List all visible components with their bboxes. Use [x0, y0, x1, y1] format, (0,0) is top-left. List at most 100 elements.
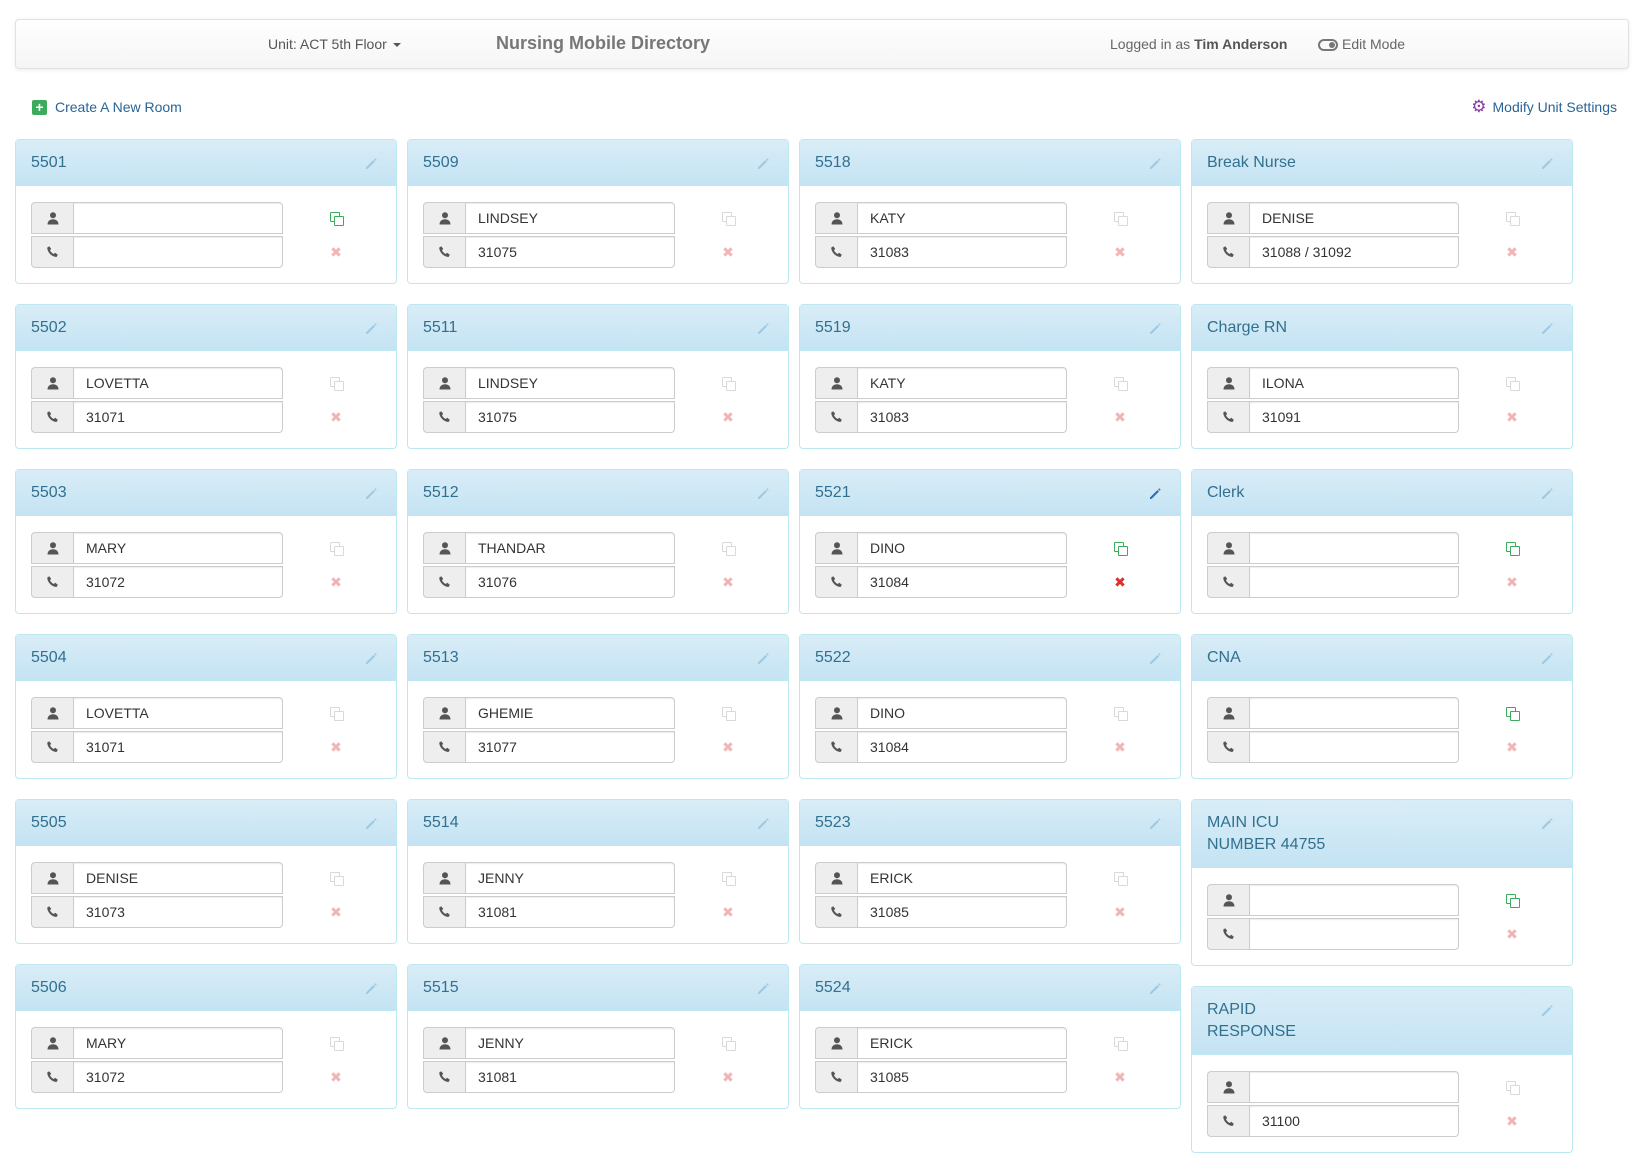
- nurse-name-field[interactable]: LINDSEY: [465, 367, 675, 399]
- phone-number-field[interactable]: 31076: [465, 566, 675, 598]
- nurse-name-field[interactable]: [1249, 884, 1459, 916]
- copy-icon[interactable]: [720, 870, 736, 886]
- phone-number-field[interactable]: 31072: [73, 566, 283, 598]
- pencil-icon[interactable]: [756, 321, 770, 335]
- nurse-name-field[interactable]: DINO: [857, 532, 1067, 564]
- pencil-icon[interactable]: [756, 156, 770, 170]
- phone-number-field[interactable]: 31083: [857, 236, 1067, 268]
- copy-icon[interactable]: [328, 210, 344, 226]
- remove-icon[interactable]: ✖: [720, 1069, 736, 1085]
- phone-number-field[interactable]: [1249, 731, 1459, 763]
- nurse-name-field[interactable]: ILONA: [1249, 367, 1459, 399]
- copy-icon[interactable]: [1504, 1079, 1520, 1095]
- create-room-link[interactable]: + Create A New Room: [32, 99, 182, 115]
- pencil-icon[interactable]: [1148, 321, 1162, 335]
- copy-icon[interactable]: [1112, 375, 1128, 391]
- copy-icon[interactable]: [1112, 705, 1128, 721]
- phone-number-field[interactable]: 31075: [465, 401, 675, 433]
- nurse-name-field[interactable]: JENNY: [465, 1027, 675, 1059]
- pencil-icon[interactable]: [1540, 816, 1554, 830]
- remove-icon[interactable]: ✖: [720, 904, 736, 920]
- remove-icon[interactable]: ✖: [1504, 574, 1520, 590]
- phone-number-field[interactable]: 31084: [857, 731, 1067, 763]
- phone-number-field[interactable]: [1249, 918, 1459, 950]
- copy-icon[interactable]: [1504, 540, 1520, 556]
- pencil-icon[interactable]: [364, 486, 378, 500]
- copy-icon[interactable]: [720, 375, 736, 391]
- copy-icon[interactable]: [328, 870, 344, 886]
- pencil-icon[interactable]: [364, 816, 378, 830]
- copy-icon[interactable]: [720, 540, 736, 556]
- nurse-name-field[interactable]: KATY: [857, 367, 1067, 399]
- copy-icon[interactable]: [720, 210, 736, 226]
- pencil-icon[interactable]: [364, 156, 378, 170]
- phone-number-field[interactable]: 31081: [465, 1061, 675, 1093]
- phone-number-field[interactable]: 31077: [465, 731, 675, 763]
- phone-number-field[interactable]: 31081: [465, 896, 675, 928]
- copy-icon[interactable]: [328, 375, 344, 391]
- nurse-name-field[interactable]: LOVETTA: [73, 367, 283, 399]
- remove-icon[interactable]: ✖: [1112, 409, 1128, 425]
- pencil-icon[interactable]: [1148, 816, 1162, 830]
- remove-icon[interactable]: ✖: [328, 409, 344, 425]
- nurse-name-field[interactable]: MARY: [73, 1027, 283, 1059]
- nurse-name-field[interactable]: MARY: [73, 532, 283, 564]
- phone-number-field[interactable]: 31091: [1249, 401, 1459, 433]
- phone-number-field[interactable]: 31073: [73, 896, 283, 928]
- remove-icon[interactable]: ✖: [1504, 1113, 1520, 1129]
- phone-number-field[interactable]: 31071: [73, 731, 283, 763]
- pencil-icon[interactable]: [1540, 321, 1554, 335]
- nurse-name-field[interactable]: THANDAR: [465, 532, 675, 564]
- edit-mode-toggle[interactable]: Edit Mode: [1318, 36, 1405, 52]
- remove-icon[interactable]: ✖: [720, 409, 736, 425]
- remove-icon[interactable]: ✖: [1504, 244, 1520, 260]
- nurse-name-field[interactable]: DINO: [857, 697, 1067, 729]
- pencil-icon[interactable]: [756, 651, 770, 665]
- pencil-icon[interactable]: [1148, 156, 1162, 170]
- copy-icon[interactable]: [1504, 892, 1520, 908]
- pencil-icon[interactable]: [364, 321, 378, 335]
- remove-icon[interactable]: ✖: [720, 574, 736, 590]
- copy-icon[interactable]: [1504, 375, 1520, 391]
- remove-icon[interactable]: ✖: [328, 244, 344, 260]
- pencil-icon[interactable]: [1540, 486, 1554, 500]
- remove-icon[interactable]: ✖: [1112, 739, 1128, 755]
- copy-icon[interactable]: [1112, 870, 1128, 886]
- nurse-name-field[interactable]: KATY: [857, 202, 1067, 234]
- remove-icon[interactable]: ✖: [1504, 409, 1520, 425]
- nurse-name-field[interactable]: LINDSEY: [465, 202, 675, 234]
- remove-icon[interactable]: ✖: [1112, 244, 1128, 260]
- copy-icon[interactable]: [720, 1035, 736, 1051]
- pencil-icon[interactable]: [756, 981, 770, 995]
- phone-number-field[interactable]: [1249, 566, 1459, 598]
- phone-number-field[interactable]: 31071: [73, 401, 283, 433]
- pencil-icon[interactable]: [1148, 651, 1162, 665]
- remove-icon[interactable]: ✖: [1112, 1069, 1128, 1085]
- phone-number-field[interactable]: [73, 236, 283, 268]
- pencil-icon[interactable]: [756, 816, 770, 830]
- phone-number-field[interactable]: 31083: [857, 401, 1067, 433]
- nurse-name-field[interactable]: GHEMIE: [465, 697, 675, 729]
- nurse-name-field[interactable]: LOVETTA: [73, 697, 283, 729]
- phone-number-field[interactable]: 31072: [73, 1061, 283, 1093]
- nurse-name-field[interactable]: [1249, 532, 1459, 564]
- remove-icon[interactable]: ✖: [1112, 904, 1128, 920]
- remove-icon[interactable]: ✖: [720, 739, 736, 755]
- pencil-icon[interactable]: [364, 651, 378, 665]
- remove-icon[interactable]: ✖: [328, 574, 344, 590]
- nurse-name-field[interactable]: ERICK: [857, 862, 1067, 894]
- phone-number-field[interactable]: 31088 / 31092: [1249, 236, 1459, 268]
- nurse-name-field[interactable]: [1249, 697, 1459, 729]
- remove-icon[interactable]: ✖: [328, 1069, 344, 1085]
- remove-icon[interactable]: ✖: [720, 244, 736, 260]
- pencil-icon[interactable]: [1148, 981, 1162, 995]
- phone-number-field[interactable]: 31084: [857, 566, 1067, 598]
- phone-number-field[interactable]: 31085: [857, 896, 1067, 928]
- nurse-name-field[interactable]: DENISE: [73, 862, 283, 894]
- copy-icon[interactable]: [1112, 210, 1128, 226]
- copy-icon[interactable]: [720, 705, 736, 721]
- pencil-icon[interactable]: [364, 981, 378, 995]
- copy-icon[interactable]: [328, 540, 344, 556]
- copy-icon[interactable]: [1112, 540, 1128, 556]
- nurse-name-field[interactable]: [73, 202, 283, 234]
